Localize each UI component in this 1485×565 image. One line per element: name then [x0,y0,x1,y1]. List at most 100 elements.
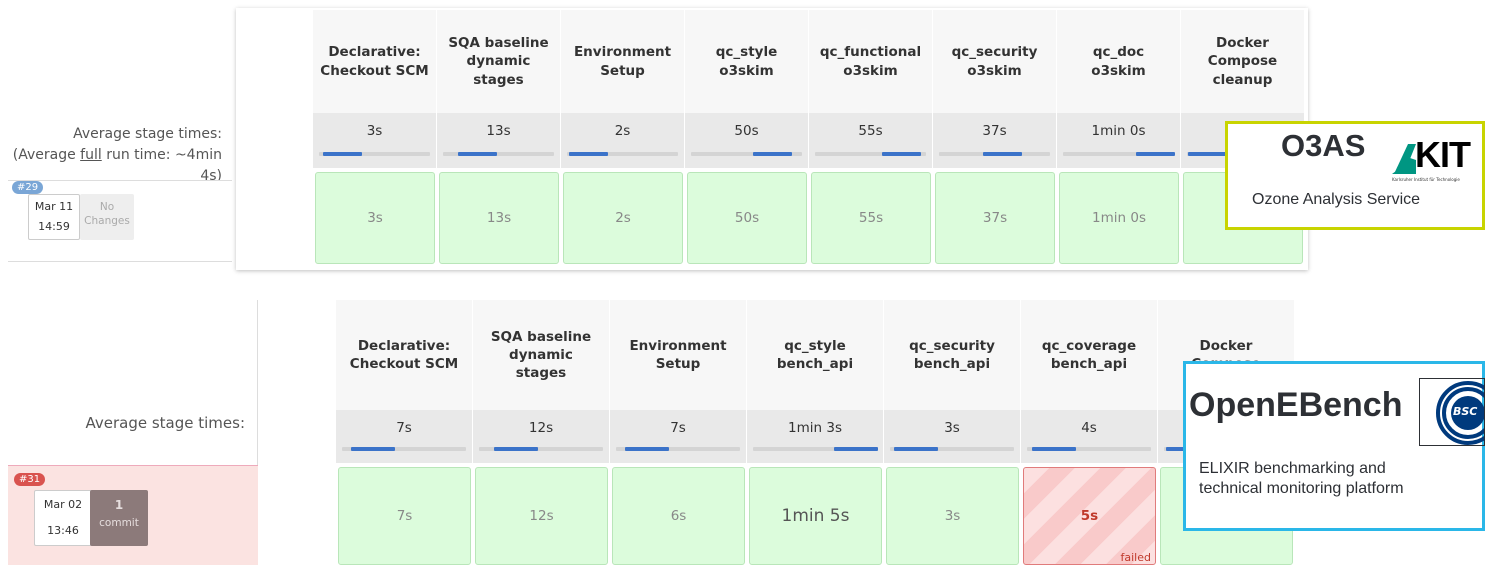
commit-label: commit [99,517,139,529]
stage-result[interactable]: 12s [475,467,608,565]
stage-name: qc_style bench_api [776,337,854,372]
stage-avg-time: 50s [685,113,809,168]
stage-avg-bar [567,152,678,156]
stage-name: SQA baseline dynamic stages [490,328,592,382]
stage-header: SQA baseline dynamic stages [473,300,610,410]
stage-result-time: 3s [944,508,961,524]
stage-result-time: 2s [615,210,631,226]
stage-result[interactable]: 2s [563,172,683,264]
stage-avg-time: 2s [561,113,685,168]
stage-avg-bar [753,447,878,451]
stage-result[interactable]: 6s [612,467,745,565]
build-number-badge[interactable]: #31 [14,473,46,486]
stage-header: qc_security o3skim [933,10,1057,113]
stage-result[interactable]: 7s [338,467,471,565]
stage-avg-bar [443,152,554,156]
stage-avg-bar-fill [569,152,608,156]
stage-header: qc_style bench_api [747,300,884,410]
build-time: 14:59 [38,220,70,233]
stage-avg-label: 4s [1081,420,1097,436]
stage-result-time: 55s [858,210,884,226]
stage-name: SQA baseline dynamic stages [448,35,549,88]
build-commit-box[interactable]: 1 commit [90,490,148,546]
stage-avg-bar [1063,152,1175,156]
bottom-stage-view: Average stage times: #31 Mar 02 13:46 1 … [0,290,1310,565]
stage-header: Declarative: Checkout SCM [336,300,473,410]
stage-avg-time: 13s [437,113,561,168]
build-time: 13:46 [47,524,79,537]
stage-avg-bar [616,447,740,451]
full-run-link[interactable]: full [80,147,102,163]
stage-avg-label: 3s [944,420,960,436]
failed-tag: failed [1120,551,1151,564]
stage-avg-bar-fill [1136,152,1175,156]
stage-result[interactable]: 37s [935,172,1055,264]
stage-avg-bar [815,152,926,156]
stage-avg-time: 37s [933,113,1057,168]
stage-avg-label: 12s [528,420,554,436]
stage-avg-label: 7s [670,420,686,436]
o3as-logo-box: O3AS KIT Karlsruher Institut für Technol… [1225,121,1485,230]
stage-result[interactable]: 13s [439,172,559,264]
stage-avg-time: 1min 3s [747,410,884,463]
stage-result[interactable]: 50s [687,172,807,264]
stage-result-time: 1min 0s [1092,210,1146,226]
stage-result[interactable]: 3s [315,172,435,264]
stage-header: qc_style o3skim [685,10,809,113]
openebench-title: OpenEBench [1189,386,1403,424]
stage-avg-time: 55s [809,113,933,168]
o3as-title: O3AS [1281,128,1366,163]
kit-text: KIT [1415,134,1471,175]
stage-avg-time: 3s [884,410,1021,463]
stage-result-time: 6s [670,508,687,524]
stage-avg-bar [691,152,802,156]
stage-avg-bar-fill [625,447,669,451]
stage-result[interactable]: 3s [886,467,1019,565]
stage-name: qc_style o3skim [715,44,778,79]
stage-result[interactable]: 1min 0s [1059,172,1179,264]
stage-name: qc_doc o3skim [1091,44,1146,79]
stage-name: qc_security bench_api [909,337,995,372]
stage-avg-bar-fill [494,447,538,451]
build-date: Mar 02 [43,498,83,511]
openebench-subtitle: ELIXIR benchmarking and technical monito… [1199,460,1404,497]
build-changes-box[interactable]: No Changes [80,194,134,240]
stage-name: qc_functional o3skim [819,44,922,79]
stage-result-time: 7s [396,508,413,524]
stage-avg-bar-fill [894,447,938,451]
stage-result-time: 1min 5s [781,506,850,526]
stage-result-failed[interactable]: 5s failed [1023,467,1156,565]
stage-name: qc_coverage bench_api [1041,337,1137,372]
stage-result[interactable]: 1min 5s [749,467,882,565]
stage-header: Environment Setup [561,10,685,113]
build-date: Mar 11 [34,200,74,213]
stage-avg-label: 13s [486,123,511,139]
stage-avg-time: 7s [610,410,747,463]
stage-avg-label: 1min 0s [1091,123,1146,139]
stage-header: qc_doc o3skim [1057,10,1181,113]
bsc-text: BSC [1453,405,1478,418]
stage-header: Docker Compose cleanup [1181,10,1305,113]
o3as-subtitle: Ozone Analysis Service [1252,191,1421,208]
stage-name: Declarative: Checkout SCM [349,337,459,372]
stage-avg-bar-fill [1032,447,1076,451]
build-date-box: Mar 11 14:59 [28,194,80,240]
stage-header: SQA baseline dynamic stages [437,10,561,113]
stage-avg-label: 2s [614,123,631,139]
stage-result-time: 37s [982,210,1008,226]
stage-avg-label: 37s [982,123,1007,139]
stage-avg-bar [939,152,1050,156]
stage-avg-label: 50s [734,123,759,139]
build-number-badge[interactable]: #29 [12,181,44,194]
avg-stage-times-label: Average stage times: [85,414,245,432]
stage-avg-bar-fill [983,152,1022,156]
stage-result[interactable]: 55s [811,172,931,264]
stage-result-time: 13s [486,210,512,226]
stage-name: Environment Setup [573,44,672,79]
stage-avg-bar [890,447,1014,451]
stage-result-time: 12s [529,508,554,524]
stage-avg-bar-fill [323,152,362,156]
build-date-box: Mar 02 13:46 [34,490,92,546]
stage-avg-label: 7s [396,420,412,436]
stage-avg-bar-fill [834,447,878,451]
